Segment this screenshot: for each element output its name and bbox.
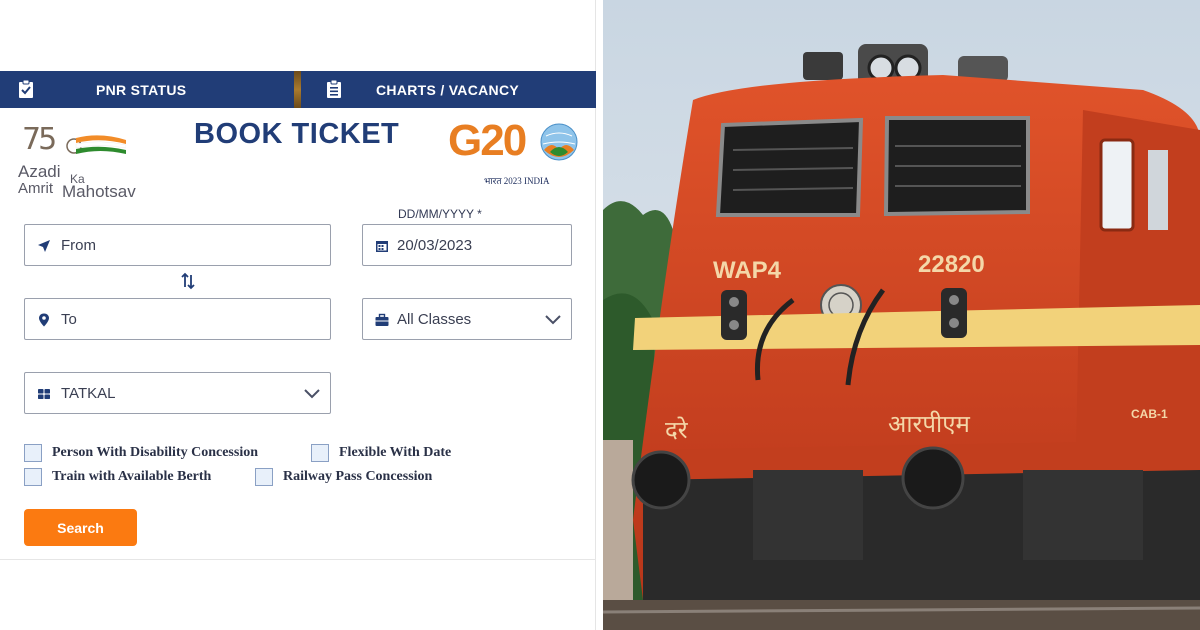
journey-date-value: 20/03/2023 — [397, 237, 473, 254]
locomotive-illustration: WAP4 22820 दरे आरपीएम CAB-1 — [603, 0, 1200, 630]
clipboard-check-icon — [19, 79, 33, 98]
page-title: BOOK TICKET — [194, 118, 400, 150]
logo-text-mahotsav: Mahotsav — [62, 182, 136, 201]
tricolor-ribbon-icon — [66, 135, 126, 154]
loco-hindi-left: दरे — [665, 416, 689, 444]
chevron-down-icon — [545, 315, 561, 325]
map-pin-icon — [39, 313, 49, 327]
chart-list-icon — [327, 79, 341, 98]
checkbox-available-berth[interactable]: Train with Available Berth — [24, 468, 211, 486]
loco-hindi-right: आरपीएम — [888, 410, 970, 438]
loco-number-text: 22820 — [918, 251, 985, 278]
cab-label: CAB-1 — [1131, 407, 1168, 421]
azadi-ka-amrit-mahotsav-logo: 75 Azadi Ka Amrit Mahotsav — [18, 120, 158, 204]
divider — [0, 559, 596, 560]
class-select-value: All Classes — [397, 311, 472, 328]
quota-select-value: TATKAL — [61, 385, 116, 402]
checkbox-box[interactable] — [24, 444, 42, 462]
g20-logo: G20 भारत 2023 INDIA — [446, 116, 590, 190]
location-arrow-icon — [38, 240, 50, 252]
swap-vertical-icon[interactable] — [179, 272, 197, 290]
logo-number: 75 — [22, 122, 57, 157]
tab-label: CHARTS / VACANCY — [376, 82, 519, 98]
checkbox-box[interactable] — [24, 468, 42, 486]
checkbox-label: Person With Disability Concession — [52, 445, 259, 460]
booking-panel: PNR STATUS CHARTS / VACANCY 75 Azadi Ka … — [0, 0, 596, 630]
g20-logo-text: G20 — [448, 116, 527, 165]
g20-logo-subtitle: भारत 2023 INDIA — [484, 176, 550, 186]
tab-divider — [294, 71, 301, 108]
to-station-input[interactable]: To — [24, 298, 331, 340]
tab-label: PNR STATUS — [96, 82, 187, 98]
to-placeholder: To — [61, 311, 77, 328]
checkbox-box[interactable] — [311, 444, 329, 462]
locomotive-photo: WAP4 22820 दरे आरपीएम CAB-1 — [603, 0, 1200, 630]
loco-class-text: WAP4 — [713, 257, 782, 284]
panel-divider — [596, 0, 603, 630]
checkbox-box[interactable] — [255, 468, 273, 486]
checkbox-flexible-date[interactable]: Flexible With Date — [311, 444, 451, 462]
quota-select[interactable]: TATKAL — [24, 372, 331, 414]
checkbox-disability-concession[interactable]: Person With Disability Concession — [24, 444, 258, 462]
search-button[interactable]: Search — [24, 509, 137, 546]
calendar-icon — [376, 241, 388, 252]
checkbox-railway-pass[interactable]: Railway Pass Concession — [255, 468, 432, 486]
journey-date-input[interactable]: 20/03/2023 — [362, 224, 572, 266]
tab-pnr-status[interactable]: PNR STATUS — [0, 71, 298, 108]
from-station-input[interactable]: From — [24, 224, 331, 266]
grid-icon — [38, 389, 50, 399]
tab-charts-vacancy[interactable]: CHARTS / VACANCY — [298, 71, 596, 108]
lotus-globe-icon — [540, 123, 578, 161]
checkbox-label: Train with Available Berth — [52, 469, 212, 484]
briefcase-icon — [375, 313, 389, 326]
chevron-down-icon — [304, 389, 320, 399]
checkbox-label: Railway Pass Concession — [283, 469, 433, 484]
logo-text-azadi: Azadi — [18, 162, 61, 181]
logo-text-amrit: Amrit — [18, 180, 53, 197]
checkbox-label: Flexible With Date — [339, 445, 452, 460]
from-placeholder: From — [61, 237, 96, 254]
class-select[interactable]: All Classes — [362, 298, 572, 340]
date-format-label: DD/MM/YYYY * — [398, 207, 482, 221]
